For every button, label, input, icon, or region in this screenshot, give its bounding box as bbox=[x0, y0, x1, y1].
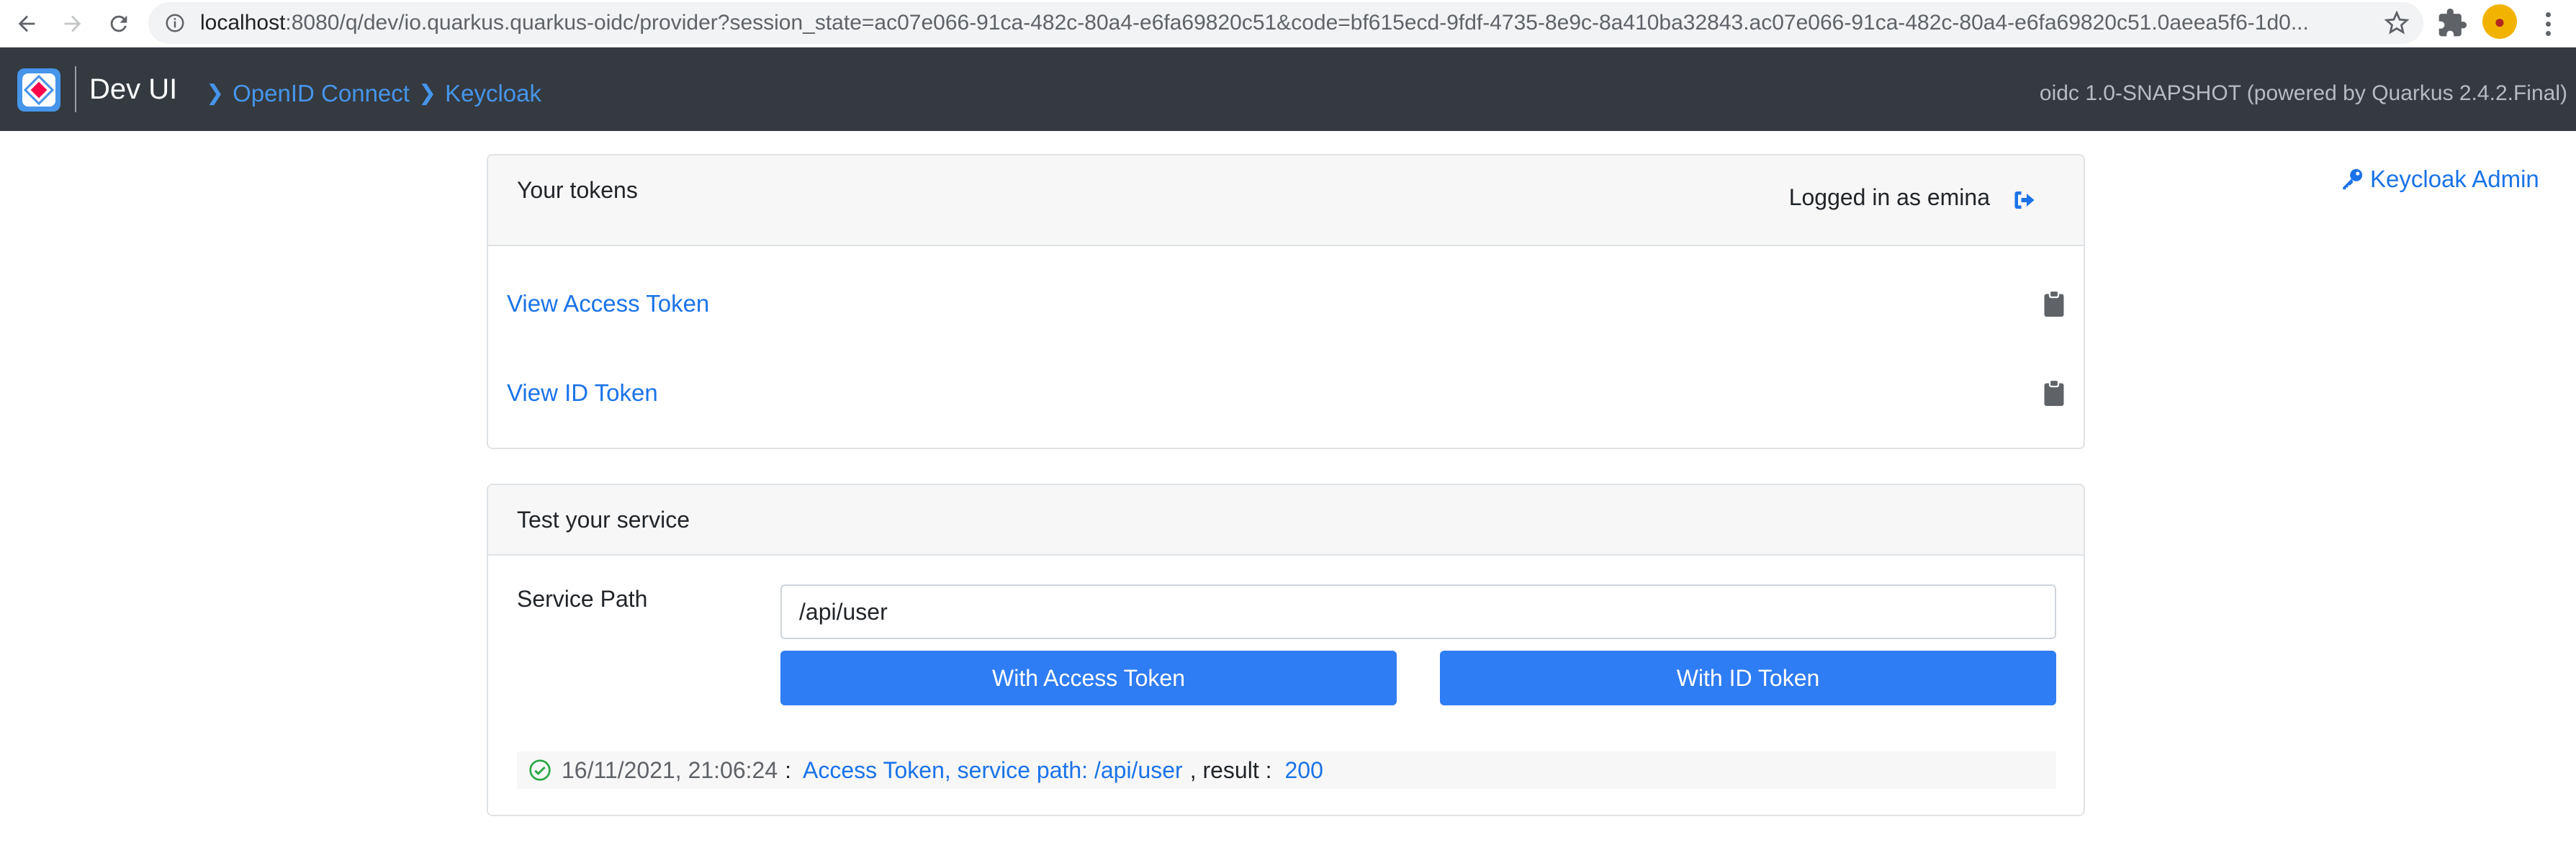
forward-button[interactable] bbox=[53, 4, 92, 43]
browser-toolbar: localhost:8080/q/dev/io.quarkus.quarkus-… bbox=[0, 0, 2576, 48]
back-arrow-icon bbox=[18, 15, 35, 32]
profile-avatar-icon: ● bbox=[2494, 10, 2505, 32]
devui-title[interactable]: Dev UI bbox=[89, 69, 177, 109]
service-result: 16/11/2021, 21:06:24 : Access Token, ser… bbox=[517, 751, 2056, 789]
info-icon[interactable] bbox=[164, 12, 186, 34]
tokens-card: Your tokens Logged in as emina View Acce… bbox=[487, 154, 2085, 449]
result-status-code[interactable]: 200 bbox=[1285, 757, 1323, 784]
logout-icon[interactable] bbox=[2012, 187, 2037, 213]
reload-icon bbox=[110, 15, 127, 32]
tokens-title: Your tokens bbox=[517, 177, 638, 203]
with-id-token-button[interactable]: With ID Token bbox=[1440, 651, 2056, 705]
chevron-right-icon: ❯ bbox=[206, 81, 225, 105]
test-service-card: Test your service Service Path With Acce… bbox=[487, 484, 2085, 816]
view-id-token-link[interactable]: View ID Token bbox=[507, 371, 658, 415]
clipboard-icon[interactable] bbox=[2043, 291, 2065, 317]
access-token-row: View Access Token bbox=[507, 282, 2065, 325]
logged-in-status: Logged in as emina bbox=[1788, 184, 1990, 210]
result-label: , result : bbox=[1189, 756, 1272, 783]
result-colon: : bbox=[785, 756, 792, 783]
navbar-divider bbox=[75, 66, 76, 112]
quarkus-logo-icon[interactable] bbox=[17, 68, 60, 112]
service-path-label: Service Path bbox=[517, 586, 648, 612]
address-bar[interactable]: localhost:8080/q/dev/io.quarkus.quarkus-… bbox=[148, 2, 2423, 44]
result-timestamp: 16/11/2021, 21:06:24 bbox=[562, 756, 778, 783]
breadcrumb: ❯ OpenID Connect ❯ Keycloak bbox=[197, 73, 541, 114]
view-access-token-link[interactable]: View Access Token bbox=[507, 282, 709, 325]
url-host: localhost bbox=[200, 11, 286, 35]
url-path: :8080/q/dev/io.quarkus.quarkus-oidc/prov… bbox=[285, 11, 2309, 35]
back-button[interactable] bbox=[7, 4, 46, 43]
breadcrumb-keycloak[interactable]: Keycloak bbox=[445, 73, 541, 114]
extensions-puzzle-icon[interactable] bbox=[2436, 7, 2468, 39]
browser-menu-button[interactable] bbox=[2531, 6, 2564, 42]
test-service-card-header: Test your service bbox=[488, 485, 2084, 556]
test-service-title: Test your service bbox=[517, 507, 690, 533]
tokens-card-header: Your tokens Logged in as emina bbox=[488, 155, 2084, 246]
clipboard-icon[interactable] bbox=[2043, 380, 2065, 406]
with-access-token-button[interactable]: With Access Token bbox=[780, 651, 1397, 705]
result-description-link[interactable]: Access Token, service path: /api/user bbox=[803, 757, 1183, 784]
chevron-right-icon: ❯ bbox=[418, 81, 437, 105]
keycloak-admin-label: Keycloak Admin bbox=[2370, 166, 2539, 192]
url-text[interactable]: localhost:8080/q/dev/io.quarkus.quarkus-… bbox=[200, 2, 2338, 44]
check-circle-icon bbox=[529, 759, 551, 781]
version-info: oidc 1.0-SNAPSHOT (powered by Quarkus 2.… bbox=[2039, 81, 2567, 105]
profile-avatar[interactable]: ● bbox=[2482, 4, 2517, 39]
reload-button[interactable] bbox=[99, 4, 138, 43]
devui-navbar: Dev UI ❯ OpenID Connect ❯ Keycloak oidc … bbox=[0, 48, 2576, 131]
id-token-row: View ID Token bbox=[507, 371, 2065, 415]
bookmark-star-icon[interactable] bbox=[2384, 11, 2409, 35]
forward-arrow-icon bbox=[64, 15, 81, 32]
service-path-input[interactable] bbox=[780, 584, 2056, 639]
keycloak-admin-link[interactable]: Keycloak Admin bbox=[2340, 166, 2539, 193]
breadcrumb-openid-connect[interactable]: OpenID Connect bbox=[233, 73, 410, 114]
key-icon bbox=[2343, 168, 2363, 190]
